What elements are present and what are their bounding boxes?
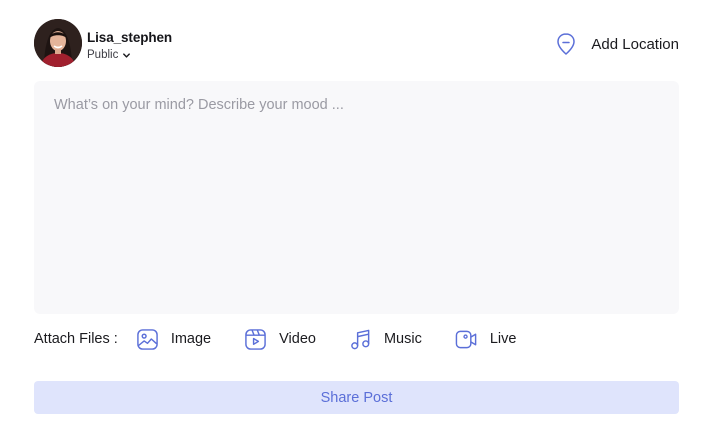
attach-music-label: Music [383,331,422,347]
post-header: Lisa_stephen Public Add Location [34,19,679,69]
post-composer-input[interactable] [34,81,679,314]
location-pin-icon [556,32,576,56]
username: Lisa_stephen [87,30,173,45]
image-icon [137,328,158,350]
privacy-label: Public [87,49,119,61]
privacy-dropdown[interactable]: Public [87,49,131,61]
reel-video-icon [245,328,266,350]
attach-files-label: Attach Files : [34,331,118,347]
avatar[interactable] [34,19,82,67]
attach-live-button[interactable]: Live [455,328,517,351]
avatar-image [34,19,82,67]
attach-image-label: Image [170,331,212,347]
attach-image-button[interactable]: Image [136,328,211,351]
attach-video-button[interactable]: Video [244,328,316,351]
create-post-card: Lisa_stephen Public Add Location Attach … [0,0,713,434]
chevron-down-icon [123,52,131,58]
attach-files-bar: Attach Files : Image Video Music Live [34,325,549,353]
live-camera-icon [455,330,477,348]
add-location-label: Add Location [591,35,679,53]
attach-video-label: Video [279,331,316,347]
add-location-button[interactable]: Add Location [556,32,679,56]
attach-music-button[interactable]: Music [349,328,422,351]
attach-live-label: Live [489,331,517,347]
music-note-icon [351,329,370,349]
share-post-button[interactable]: Share Post [34,381,679,414]
